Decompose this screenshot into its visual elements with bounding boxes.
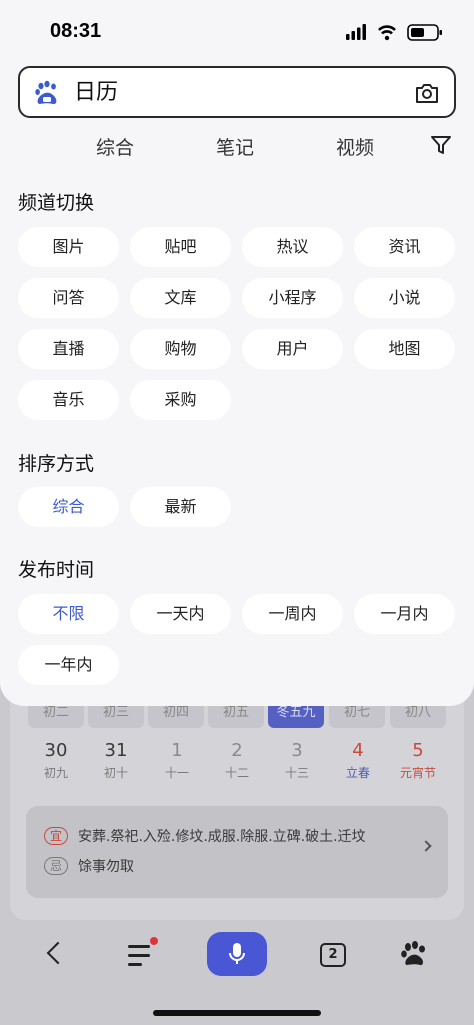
- camera-icon[interactable]: [414, 80, 440, 106]
- channel-tieba[interactable]: 贴吧: [130, 227, 231, 267]
- almanac-yi-row: 宜 安葬.祭祀.入殓.修坟.成服.除服.立碑.破土.迁坟: [44, 826, 366, 846]
- calendar-day-lunar: 十三: [284, 766, 309, 780]
- calendar-day[interactable]: 5 元宵节: [388, 740, 448, 781]
- channel-map[interactable]: 地图: [354, 329, 455, 369]
- almanac-ji-text: 馀事勿取: [78, 859, 134, 875]
- tab-notes[interactable]: 笔记: [216, 133, 254, 160]
- calendar-day[interactable]: 2 十二: [207, 740, 267, 781]
- yi-badge: 宜: [44, 827, 68, 845]
- tabs-count-button[interactable]: 2: [320, 943, 346, 967]
- channel-mini-program[interactable]: 小程序: [242, 278, 343, 318]
- almanac-yi-text: 安葬.祭祀.入殓.修坟.成服.除服.立碑.破土.迁坟: [78, 829, 366, 845]
- tab-video[interactable]: 视频: [336, 133, 374, 160]
- calendar-day-solar-term: 立春: [345, 766, 370, 780]
- channel-users[interactable]: 用户: [242, 329, 343, 369]
- calendar-day-lunar: 十一: [164, 766, 189, 780]
- chevron-right-icon: [420, 840, 432, 852]
- channel-novel[interactable]: 小说: [354, 278, 455, 318]
- sort-comprehensive[interactable]: 综合: [18, 487, 119, 527]
- filter-icon[interactable]: [430, 134, 452, 156]
- calendar-day[interactable]: 31 初十: [86, 740, 146, 781]
- almanac-ji-row: 忌 馀事勿取: [44, 856, 134, 876]
- calendar-day-number: 3: [291, 740, 303, 761]
- calendar-day-number: 5: [412, 740, 424, 761]
- calendar-day-lunar: 初十: [103, 766, 128, 780]
- channel-hot[interactable]: 热议: [242, 227, 343, 267]
- microphone-icon: [229, 943, 245, 964]
- almanac-card[interactable]: 宜 安葬.祭祀.入殓.修坟.成服.除服.立碑.破土.迁坟 忌 馀事勿取: [26, 806, 448, 898]
- calendar-day[interactable]: 4 立春: [328, 740, 388, 781]
- time-one-day[interactable]: 一天内: [130, 594, 231, 634]
- channel-section-title: 频道切换: [18, 192, 95, 214]
- calendar-day-number: 1: [171, 740, 183, 761]
- calendar-day[interactable]: 3 十三: [267, 740, 327, 781]
- tab-comprehensive[interactable]: 综合: [96, 133, 134, 160]
- calendar-day[interactable]: 30 初九: [26, 740, 86, 781]
- baidu-paw-icon[interactable]: [400, 940, 428, 968]
- time-one-year[interactable]: 一年内: [18, 645, 119, 685]
- calendar-day-festival: 元宵节: [399, 766, 436, 780]
- time-unlimited[interactable]: 不限: [18, 594, 119, 634]
- channel-shopping[interactable]: 购物: [130, 329, 231, 369]
- notification-dot: [150, 937, 158, 945]
- ji-badge: 忌: [44, 857, 68, 875]
- status-time: 08:31: [50, 20, 102, 42]
- calendar-day-lunar: 十二: [224, 766, 249, 780]
- status-icons: [346, 24, 442, 41]
- calendar-day-number: 4: [352, 740, 364, 761]
- baidu-logo-icon: [35, 80, 57, 105]
- sort-latest[interactable]: 最新: [130, 487, 231, 527]
- channel-library[interactable]: 文库: [130, 278, 231, 318]
- voice-search-button[interactable]: [207, 932, 267, 976]
- calendar-day-lunar: 初九: [43, 766, 68, 780]
- sort-section-title: 排序方式: [18, 453, 95, 475]
- time-one-week[interactable]: 一周内: [242, 594, 343, 634]
- channel-live[interactable]: 直播: [18, 329, 119, 369]
- channel-images[interactable]: 图片: [18, 227, 119, 267]
- search-input[interactable]: 日历: [18, 66, 456, 118]
- time-one-month[interactable]: 一月内: [354, 594, 455, 634]
- channel-procurement[interactable]: 采购: [130, 380, 231, 420]
- channel-news[interactable]: 资讯: [354, 227, 455, 267]
- search-query[interactable]: 日历: [74, 80, 118, 106]
- calendar-day-number: 31: [104, 740, 128, 761]
- channel-qa[interactable]: 问答: [18, 278, 119, 318]
- calendar-day[interactable]: 1 十一: [147, 740, 207, 781]
- menu-icon[interactable]: [128, 945, 152, 967]
- home-indicator: [153, 1010, 321, 1016]
- calendar-day-number: 2: [231, 740, 243, 761]
- channel-music[interactable]: 音乐: [18, 380, 119, 420]
- search-filter-sheet: 08:31 日历 综合 笔记 视频 频道切换 图片 贴吧 热议 资讯 问答 文库…: [0, 0, 474, 706]
- calendar-day-number: 30: [44, 740, 68, 761]
- publish-time-section-title: 发布时间: [18, 559, 95, 581]
